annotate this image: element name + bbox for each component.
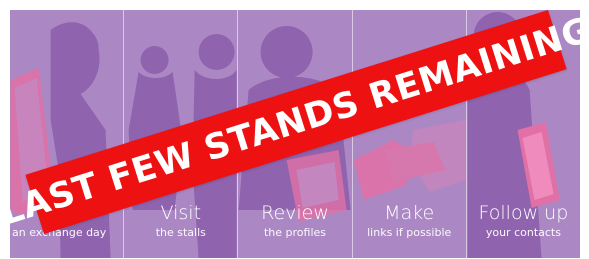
panel-caption: Make links if possible — [353, 202, 466, 258]
panel-subtitle: links if possible — [367, 226, 452, 239]
panel-subtitle: an exchange day — [12, 226, 107, 239]
panel-caption: Visit the stalls — [124, 202, 237, 258]
panel-caption: Review the profiles — [238, 202, 351, 258]
panel-title: Follow up — [478, 202, 569, 224]
panel-caption: Follow up your contacts — [467, 202, 580, 258]
panel-subtitle: the profiles — [263, 226, 327, 239]
panel-subtitle: your contacts — [485, 226, 561, 239]
panel-title: Make — [384, 202, 435, 224]
panel-title: Review — [261, 202, 329, 224]
panel-title: Visit — [160, 202, 202, 224]
panel-subtitle: the stalls — [155, 226, 206, 239]
